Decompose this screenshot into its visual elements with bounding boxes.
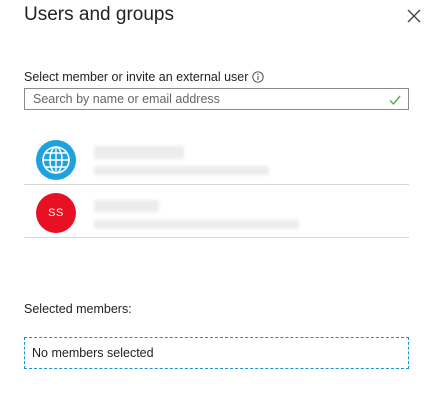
globe-icon — [42, 146, 70, 174]
search-label-row: Select member or invite an external user — [24, 70, 265, 84]
close-icon — [407, 9, 421, 23]
avatar — [36, 140, 76, 180]
selected-members-label: Selected members: — [24, 302, 132, 316]
search-input[interactable] — [25, 89, 386, 109]
avatar: SS — [36, 193, 76, 233]
list-item[interactable]: SS — [24, 188, 409, 238]
user-email-redacted — [94, 166, 269, 175]
info-icon[interactable] — [252, 71, 265, 83]
selected-members-box: No members selected — [24, 337, 409, 369]
user-email-redacted — [94, 220, 299, 229]
search-box — [24, 88, 409, 110]
search-label: Select member or invite an external user — [24, 70, 249, 84]
close-button[interactable] — [404, 6, 424, 26]
user-name-redacted — [94, 146, 184, 159]
panel-title: Users and groups — [24, 4, 174, 25]
user-name-redacted — [94, 200, 159, 212]
no-members-text: No members selected — [32, 346, 154, 360]
checkmark-icon — [389, 95, 401, 106]
list-item[interactable] — [24, 135, 409, 185]
